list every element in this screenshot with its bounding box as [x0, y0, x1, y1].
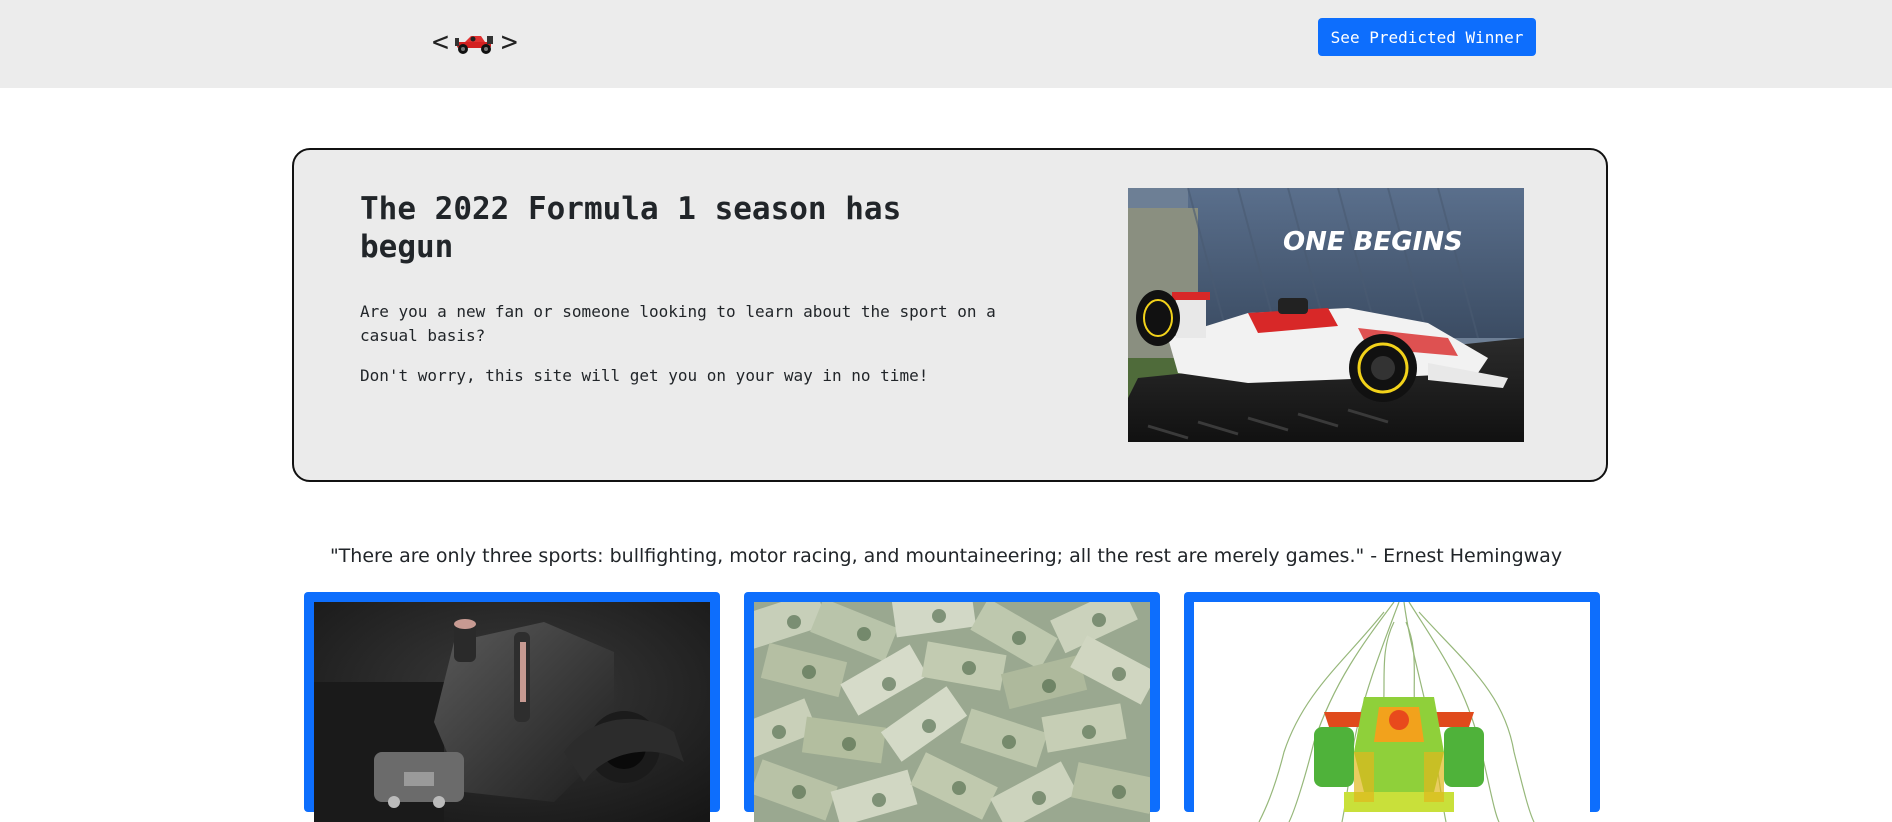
race-car-icon	[454, 36, 493, 54]
hero-title: The 2022 Formula 1 season has begun	[360, 191, 902, 265]
hero-paragraph-reassure: Don't worry, this site will get you on y…	[360, 366, 929, 385]
brand-logo[interactable]: < >	[432, 24, 518, 60]
banner-text: ONE BEGINS	[1283, 227, 1463, 257]
hero-paragraph-intro: Are you a new fan or someone looking to …	[360, 302, 996, 345]
navbar: < > See Predicted Winner	[0, 0, 1892, 88]
brand-left-bracket: <	[432, 25, 449, 58]
aerodynamics-card[interactable]	[1184, 592, 1600, 822]
hemingway-quote: "There are only three sports: bullfighti…	[329, 545, 1563, 567]
hero-card: The 2022 Formula 1 season has begun Are …	[292, 148, 1608, 482]
brand-right-bracket: >	[500, 25, 518, 58]
engine-image	[314, 602, 710, 822]
engine-card[interactable]	[304, 592, 720, 822]
see-predicted-winner-button[interactable]: See Predicted Winner	[1318, 18, 1536, 56]
f1-car-image: ONE BEGINS	[1128, 188, 1524, 442]
money-image	[754, 602, 1150, 822]
aerodynamics-image	[1194, 602, 1590, 822]
money-card[interactable]	[744, 592, 1160, 822]
